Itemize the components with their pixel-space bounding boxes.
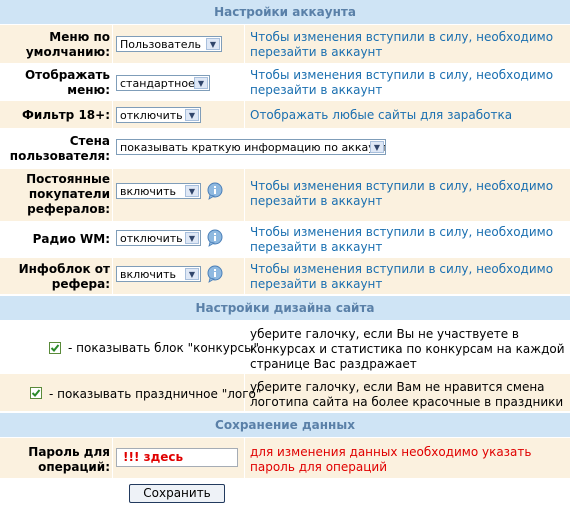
settings-form: Настройки аккаунта Меню по умолчанию: По…	[0, 0, 570, 510]
info-icon[interactable]	[206, 265, 224, 283]
row-display-menu: Отображать меню: стандартное ▼ Чтобы изм…	[0, 64, 570, 100]
user-wall-label: Стена пользователя:	[9, 134, 110, 163]
radio-select[interactable]: отключить ▼	[116, 230, 201, 246]
section-header-account: Настройки аккаунта	[0, 0, 570, 24]
buyers-label: Постоянные покупатели рефералов:	[26, 172, 110, 216]
chevron-down-icon: ▼	[185, 232, 199, 244]
contests-checkbox[interactable]	[49, 342, 61, 354]
display-menu-hint: Чтобы изменения вступили в силу, необход…	[250, 68, 554, 97]
logo-label: - показывать праздничное "лого"	[49, 387, 262, 401]
info-icon[interactable]	[206, 182, 224, 200]
password-label: Пароль для операций:	[28, 445, 110, 474]
display-menu-label: Отображать меню:	[24, 68, 110, 97]
row-user-wall: Стена пользователя: показывать краткую и…	[0, 129, 570, 168]
radio-label: Радио WM:	[32, 232, 110, 246]
section-header-save: Сохранение данных	[0, 413, 570, 437]
infoblock-label: Инфоблок от рефера:	[18, 262, 110, 291]
user-wall-select[interactable]: показывать краткую информацию по аккаунт…	[116, 139, 386, 155]
logo-checkbox[interactable]	[30, 387, 42, 399]
row-default-menu: Меню по умолчанию: Пользователь ▼ Чтобы …	[0, 25, 570, 63]
row-filter18: Фильтр 18+: отключить ▼ Отображать любые…	[0, 101, 570, 128]
row-save: Сохранить	[0, 479, 570, 510]
display-menu-select[interactable]: стандартное ▼	[116, 75, 210, 91]
contests-label: - показывать блок "конкурсы"	[68, 341, 260, 355]
save-button[interactable]: Сохранить	[129, 484, 225, 503]
filter18-label: Фильтр 18+:	[22, 108, 110, 122]
infoblock-hint: Чтобы изменения вступили в силу, необход…	[250, 262, 554, 291]
default-menu-hint: Чтобы изменения вступили в силу, необход…	[250, 30, 554, 59]
row-infoblock: Инфоблок от рефера: включить ▼ Чтобы изм…	[0, 258, 570, 294]
buyers-select[interactable]: включить ▼	[116, 183, 201, 199]
chevron-down-icon: ▼	[185, 109, 199, 121]
row-password: Пароль для операций: !!! здесь для измен…	[0, 438, 570, 478]
radio-hint: Чтобы изменения вступили в силу, необход…	[250, 225, 554, 254]
chevron-down-icon: ▼	[194, 77, 208, 89]
row-buyers: Постоянные покупатели рефералов: включит…	[0, 169, 570, 221]
chevron-down-icon: ▼	[185, 268, 199, 280]
default-menu-label: Меню по умолчанию:	[25, 30, 110, 59]
info-icon[interactable]	[206, 229, 224, 247]
section-header-design: Настройки дизайна сайта	[0, 296, 570, 320]
contests-hint: уберите галочку, если Вы не участвуете в…	[250, 327, 565, 371]
buyers-hint: Чтобы изменения вступили в силу, необход…	[250, 179, 554, 208]
logo-hint: уберите галочку, если Вам не нравится см…	[250, 380, 564, 409]
password-input[interactable]: !!! здесь	[116, 448, 238, 467]
password-hint: для изменения данных необходимо указать …	[250, 445, 532, 474]
row-contests: - показывать блок "конкурсы" уберите гал…	[0, 321, 570, 373]
infoblock-select[interactable]: включить ▼	[116, 266, 201, 282]
filter18-hint: Отображать любые сайты для заработка	[250, 108, 513, 122]
filter18-select[interactable]: отключить ▼	[116, 107, 201, 123]
chevron-down-icon: ▼	[185, 185, 199, 197]
row-radio: Радио WM: отключить ▼ Чтобы изменения вс…	[0, 222, 570, 257]
chevron-down-icon: ▼	[206, 38, 220, 50]
default-menu-select[interactable]: Пользователь ▼	[116, 36, 222, 52]
chevron-down-icon: ▼	[370, 141, 384, 153]
row-logo: - показывать праздничное "лого" уберите …	[0, 374, 570, 411]
